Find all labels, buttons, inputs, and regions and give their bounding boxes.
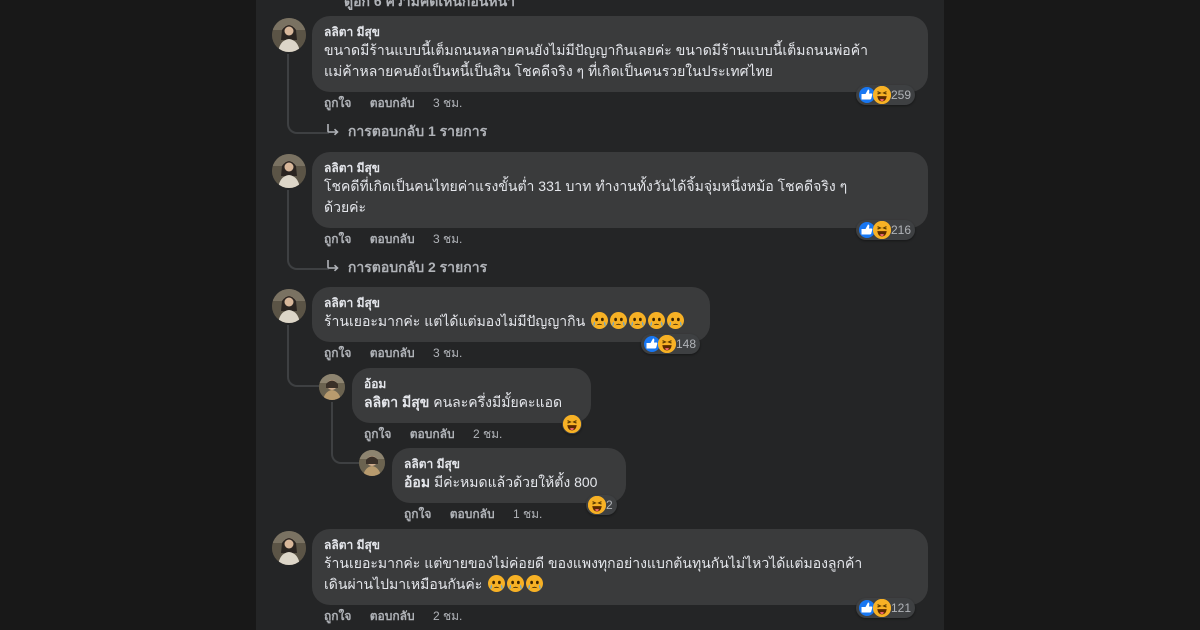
comment-text: ร้านเยอะมากค่ะ แต่ขายของไม่ค่อยดี ของแพง… [324, 553, 916, 595]
reply-arrow-icon [326, 259, 340, 273]
crying-emoji-icon [488, 575, 505, 592]
reaction-summary[interactable]: 259 [856, 85, 916, 105]
reaction-summary[interactable]: 216 [856, 220, 916, 240]
avatar[interactable] [359, 450, 385, 476]
crying-emoji-icon [507, 575, 524, 592]
reply-button[interactable]: ตอบกลับ [370, 608, 415, 624]
reply-arrow-icon [326, 123, 340, 137]
crying-emoji-icon [648, 312, 665, 329]
comment-author[interactable]: ลลิตา มีสุข [324, 537, 916, 553]
like-button[interactable]: ถูกใจ [324, 608, 351, 624]
comment-actions: ถูกใจ ตอบกลับ 3 ชม. [324, 231, 477, 247]
comment-text-line: แม่ค้าหลายคนยังเป็นหนี้เป็นสิน โชคดีจริง… [324, 63, 773, 79]
comment-author[interactable]: ลลิตา มีสุข [324, 160, 916, 176]
comment-text: ร้านเยอะมากค่ะ แต่ได้แต่มองไม่มีปัญญากิน [324, 311, 698, 332]
comment-text-line: เดินผ่านไปมาเหมือนกันค่ะ [324, 576, 483, 592]
like-button[interactable]: ถูกใจ [324, 231, 351, 247]
comment-author[interactable]: ลลิตา มีสุข [324, 24, 916, 40]
reaction-summary[interactable]: 148 [641, 334, 701, 354]
reaction-count: 2 [606, 498, 613, 512]
view-replies-link[interactable]: การตอบกลับ 1 รายการ [326, 121, 487, 143]
reply-button[interactable]: ตอบกลับ [450, 506, 495, 522]
crying-emoji-icon [526, 575, 543, 592]
view-replies-label: การตอบกลับ 2 รายการ [347, 259, 488, 275]
avatar[interactable] [272, 18, 306, 52]
avatar[interactable] [319, 374, 345, 400]
reaction-summary[interactable]: 2 [586, 495, 617, 515]
comment-text: โชคดีที่เกิดเป็นคนไทยค่าแรงขั้นต่ำ 331 บ… [324, 176, 916, 218]
mention-tag[interactable]: ลลิตา มีสุข [364, 394, 429, 410]
reply-text: อ้อม มีค่ะหมดแล้วด้วยให้ตั้ง 800 [404, 472, 614, 493]
avatar[interactable] [272, 289, 306, 323]
reply-actions: ถูกใจ ตอบกลับ 2 ชม. [364, 426, 517, 442]
reply-button[interactable]: ตอบกลับ [370, 95, 415, 111]
comment-bubble: ลลิตา มีสุข ขนาดมีร้านแบบนี้เต็มถนนหลายค… [312, 16, 928, 92]
reply-text-content: คนละครึ่งมีมั้ยคะแอด [433, 394, 563, 410]
reply-timestamp[interactable]: 1 ชม. [513, 506, 542, 522]
crying-emoji-icon [629, 312, 646, 329]
comment-text-line: ร้านเยอะมากค่ะ แต่ขายของไม่ค่อยดี ของแพง… [324, 555, 863, 571]
crying-emoji-icon [667, 312, 684, 329]
crying-emoji-icon [591, 312, 608, 329]
reply-button[interactable]: ตอบกลับ [410, 426, 455, 442]
view-previous-comments-link[interactable]: ดูอีก 6 ความคิดเห็นก่อนหน้า [344, 0, 515, 13]
view-replies-label: การตอบกลับ 1 รายการ [347, 123, 488, 139]
avatar[interactable] [272, 154, 306, 188]
reaction-count: 259 [891, 88, 912, 102]
reply-bubble: ลลิตา มีสุข อ้อม มีค่ะหมดแล้วด้วยให้ตั้ง… [392, 448, 626, 503]
comment-text-line: ร้านเยอะมากค่ะ แต่ได้แต่มองไม่มีปัญญากิน [324, 313, 586, 329]
like-button[interactable]: ถูกใจ [364, 426, 391, 442]
crying-emoji-icon [610, 312, 627, 329]
reaction-summary[interactable] [562, 414, 582, 434]
reply-author[interactable]: อ้อม [364, 376, 579, 392]
comment-actions: ถูกใจ ตอบกลับ 3 ชม. [324, 345, 477, 361]
haha-reaction-icon [873, 86, 891, 104]
reply-actions: ถูกใจ ตอบกลับ 1 ชม. [404, 506, 557, 522]
reaction-count: 216 [891, 223, 912, 237]
mention-tag[interactable]: อ้อม [404, 474, 430, 490]
haha-reaction-icon [658, 335, 676, 353]
like-button[interactable]: ถูกใจ [324, 95, 351, 111]
comment-timestamp[interactable]: 2 ชม. [433, 608, 462, 624]
reply-author[interactable]: ลลิตา มีสุข [404, 456, 614, 472]
like-button[interactable]: ถูกใจ [404, 506, 431, 522]
comment-bubble: ลลิตา มีสุข ร้านเยอะมากค่ะ แต่ขายของไม่ค… [312, 529, 928, 605]
reaction-count: 121 [891, 601, 912, 615]
comment-author[interactable]: ลลิตา มีสุข [324, 295, 698, 311]
comment-text-line: โชคดีที่เกิดเป็นคนไทยค่าแรงขั้นต่ำ 331 บ… [324, 178, 848, 194]
haha-reaction-icon [873, 599, 891, 617]
reply-text-content: มีค่ะหมดแล้วด้วยให้ตั้ง 800 [433, 474, 598, 490]
comment-actions: ถูกใจ ตอบกลับ 3 ชม. [324, 95, 477, 111]
comment-text-line: ด้วยค่ะ [324, 199, 367, 215]
haha-reaction-icon [588, 496, 606, 514]
comment-timestamp[interactable]: 3 ชม. [433, 231, 462, 247]
thread-connector [287, 325, 319, 387]
comments-panel: ดูอีก 6 ความคิดเห็นก่อนหน้า ลลิตา มีสุข … [256, 0, 944, 630]
reply-button[interactable]: ตอบกลับ [370, 231, 415, 247]
reply-timestamp[interactable]: 2 ชม. [473, 426, 502, 442]
reply-text: ลลิตา มีสุข คนละครึ่งมีมั้ยคะแอด [364, 392, 579, 413]
comment-bubble: ลลิตา มีสุข โชคดีที่เกิดเป็นคนไทยค่าแรงข… [312, 152, 928, 228]
haha-reaction-icon [873, 221, 891, 239]
comment-text-line: ขนาดมีร้านแบบนี้เต็มถนนหลายคนยังไม่มีปัญ… [324, 42, 868, 58]
comment-timestamp[interactable]: 3 ชม. [433, 95, 462, 111]
reply-bubble: อ้อม ลลิตา มีสุข คนละครึ่งมีมั้ยคะแอด [352, 368, 591, 423]
haha-reaction-icon [563, 415, 581, 433]
view-replies-link[interactable]: การตอบกลับ 2 รายการ [326, 257, 487, 279]
reaction-summary[interactable]: 121 [856, 598, 916, 618]
comment-text: ขนาดมีร้านแบบนี้เต็มถนนหลายคนยังไม่มีปัญ… [324, 40, 916, 82]
reply-button[interactable]: ตอบกลับ [370, 345, 415, 361]
comment-actions: ถูกใจ ตอบกลับ 2 ชม. [324, 608, 477, 624]
avatar[interactable] [272, 531, 306, 565]
like-button[interactable]: ถูกใจ [324, 345, 351, 361]
comment-timestamp[interactable]: 3 ชม. [433, 345, 462, 361]
reaction-count: 148 [676, 337, 697, 351]
